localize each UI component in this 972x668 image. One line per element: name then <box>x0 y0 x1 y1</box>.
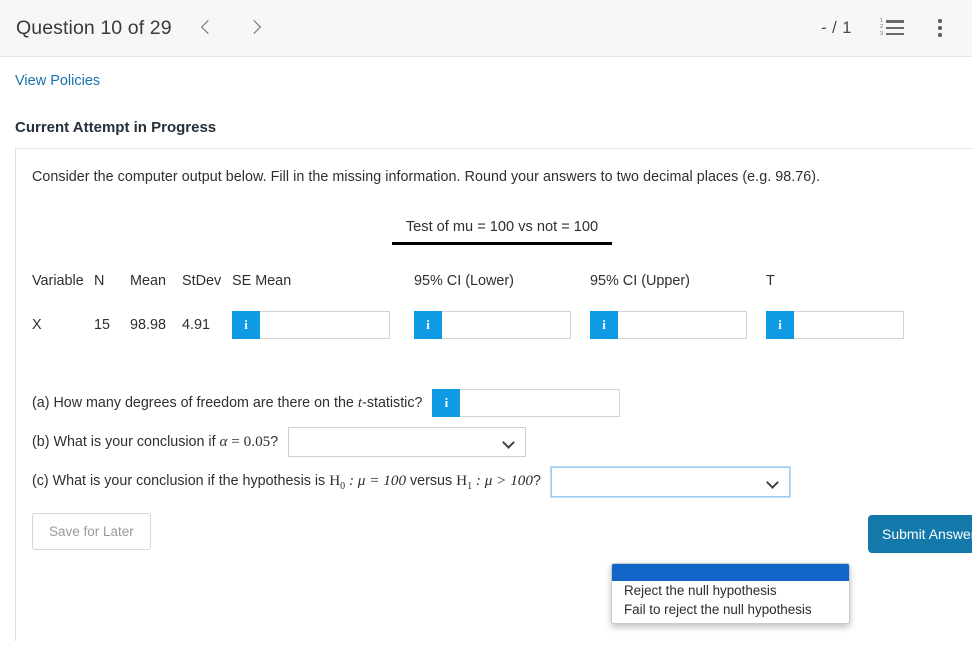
question-c-h0: H0 : μ = 100 <box>329 471 407 492</box>
column-header-mean: Mean <box>130 273 166 289</box>
question-b-select[interactable] <box>288 427 527 457</box>
more-options-icon[interactable] <box>932 18 950 38</box>
ci-upper-input[interactable] <box>618 311 747 339</box>
table-row: X 15 98.98 4.91 i i i i <box>32 311 972 339</box>
numbered-list-icon[interactable]: 1 2 3 <box>880 18 904 37</box>
dropdown-option-fail-to-reject[interactable]: Fail to reject the null hypothesis <box>612 600 849 619</box>
list-icon-num-3: 3 <box>880 30 884 37</box>
cell-se-mean: i <box>232 311 414 339</box>
ci-upper-answer-group: i <box>590 311 747 339</box>
info-icon[interactable]: i <box>232 311 260 339</box>
question-b-text-after: ? <box>270 434 279 450</box>
ci-lower-input[interactable] <box>442 311 571 339</box>
list-icon-bar <box>886 26 904 29</box>
degrees-of-freedom-input[interactable] <box>460 389 621 417</box>
question-c-h0-rest: : μ = 100 <box>345 471 407 489</box>
question-b-math-alpha: α <box>219 433 228 450</box>
info-icon[interactable]: i <box>432 389 461 417</box>
sub-questions: (a) How many degrees of freedom are ther… <box>32 389 972 497</box>
question-c-select[interactable] <box>550 467 790 497</box>
computer-output-title: Test of mu = 100 vs not = 100 <box>405 219 599 235</box>
question-header-bar: Question 10 of 29 - / 1 1 2 3 <box>0 0 972 57</box>
cell-mean: 98.98 <box>130 317 167 333</box>
dropdown-option-blank[interactable] <box>612 564 849 581</box>
question-a-text-after: -statistic? <box>362 395 423 411</box>
question-a-row: (a) How many degrees of freedom are ther… <box>32 389 972 417</box>
submit-answer-button[interactable]: Submit Answer <box>868 515 972 553</box>
question-b-label: (b) What is your conclusion if α = 0.05? <box>32 433 278 451</box>
page-title: Question 10 of 29 <box>16 16 172 39</box>
view-policies-link[interactable]: View Policies <box>15 73 100 89</box>
score-display: - / 1 <box>821 18 852 37</box>
column-header-stdev: StDev <box>182 273 222 289</box>
info-icon[interactable]: i <box>590 311 618 339</box>
column-header-ci-upper: 95% CI (Upper) <box>590 273 690 289</box>
info-icon[interactable]: i <box>766 311 794 339</box>
column-header-ci-lower: 95% CI (Lower) <box>414 273 514 289</box>
question-c-row: (c) What is your conclusion if the hypot… <box>32 467 972 497</box>
se-mean-input[interactable] <box>260 311 390 339</box>
column-header-n: N <box>94 273 105 289</box>
list-icon-num-1: 1 <box>880 18 884 24</box>
cell-t: i <box>766 311 972 339</box>
column-header-t: T <box>766 273 775 289</box>
kebab-dot <box>938 33 942 37</box>
next-question-icon[interactable] <box>246 17 262 39</box>
question-c-text-before: (c) What is your conclusion if the hypot… <box>32 472 330 489</box>
question-b-math-eq: = <box>227 433 244 450</box>
list-icon-bar <box>886 20 904 23</box>
t-answer-group: i <box>766 311 904 339</box>
question-b-row: (b) What is your conclusion if α = 0.05? <box>32 427 972 457</box>
attempt-status-heading: Current Attempt in Progress <box>15 119 217 136</box>
chevron-down-icon <box>766 476 779 489</box>
question-navigation <box>200 17 262 39</box>
cell-ci-lower: i <box>414 311 590 339</box>
view-policies-row: View Policies <box>0 57 972 89</box>
question-c-h0-symbol: H <box>329 471 341 489</box>
question-instructions: Consider the computer output below. Fill… <box>32 169 821 185</box>
cell-n: 15 <box>94 317 111 333</box>
question-b-text-before: (b) What is your conclusion if <box>32 434 220 450</box>
question-a-answer-group: i <box>432 389 621 417</box>
computer-output-title-wrap: Test of mu = 100 vs not = 100 <box>32 219 972 245</box>
question-b-math-value: 0.05 <box>243 433 271 450</box>
t-input[interactable] <box>794 311 904 339</box>
question-a-text-before: (a) How many degrees of freedom are ther… <box>32 395 358 411</box>
computer-output-rule <box>392 242 612 245</box>
header-right-tools: - / 1 1 2 3 <box>821 18 950 38</box>
question-c-h1-rest: : μ > 100 <box>472 471 533 489</box>
question-a-label: (a) How many degrees of freedom are ther… <box>32 394 422 412</box>
info-icon[interactable]: i <box>414 311 442 339</box>
question-c-dropdown-list[interactable]: Reject the null hypothesis Fail to rejec… <box>611 563 850 624</box>
se-mean-answer-group: i <box>232 311 390 339</box>
save-for-later-button[interactable]: Save for Later <box>32 513 151 550</box>
dropdown-option-reject[interactable]: Reject the null hypothesis <box>612 581 849 600</box>
kebab-dot <box>938 19 942 23</box>
chevron-down-icon <box>502 436 516 449</box>
ci-lower-answer-group: i <box>414 311 571 339</box>
kebab-dot <box>938 26 942 30</box>
cell-ci-upper: i <box>590 311 766 339</box>
list-icon-num-2: 2 <box>880 24 884 31</box>
question-c-label: (c) What is your conclusion if the hypot… <box>32 472 541 492</box>
list-icon-bar <box>886 33 904 36</box>
table-header-row: Variable N Mean StDev SE Mean 95% CI (Lo… <box>32 273 972 311</box>
cell-variable: X <box>32 317 42 333</box>
question-c-text-after: ? <box>533 472 541 489</box>
question-c-versus: versus <box>406 472 457 489</box>
column-header-se-mean: SE Mean <box>232 273 292 289</box>
previous-question-icon[interactable] <box>200 17 216 39</box>
column-header-variable: Variable <box>32 273 84 289</box>
question-c-h1: H1 : μ > 100 <box>456 471 533 492</box>
question-c-h1-symbol: H <box>456 471 468 489</box>
statistics-table: Variable N Mean StDev SE Mean 95% CI (Lo… <box>32 273 972 339</box>
action-bar: Save for Later Submit Answer <box>32 513 972 553</box>
cell-stdev: 4.91 <box>182 317 211 333</box>
